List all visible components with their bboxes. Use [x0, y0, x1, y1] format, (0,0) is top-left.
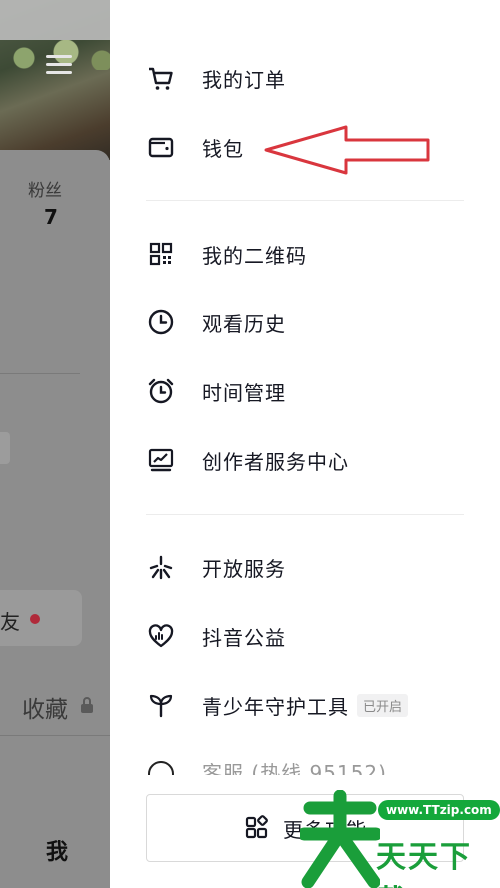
qr-code-icon	[146, 239, 176, 269]
favorites-tab[interactable]: 收藏	[22, 690, 68, 724]
watermark-url: www.TTzip.com	[378, 800, 500, 820]
fans-label: 粉丝	[28, 181, 62, 201]
headset-icon	[148, 761, 174, 775]
hamburger-menu-icon[interactable]	[46, 55, 72, 77]
menu-item-label: 客服 (热线 95152)	[202, 761, 387, 775]
menu-item-orders[interactable]: 我的订单	[146, 58, 286, 98]
menu-item-creator-center[interactable]: 创作者服务中心	[146, 440, 349, 480]
profile-chip	[0, 432, 10, 464]
status-badge: 已开启	[357, 693, 409, 717]
watermark-glyph-icon	[300, 790, 380, 888]
friends-label: 友	[0, 610, 20, 634]
sprout-icon	[146, 690, 176, 720]
section-divider	[146, 514, 464, 515]
menu-item-open-services[interactable]: 开放服务	[146, 547, 286, 587]
menu-item-label: 创作者服务中心	[202, 449, 349, 474]
profile-card	[0, 150, 110, 888]
menu-item-label: 观看历史	[202, 311, 286, 336]
heart-chart-icon	[146, 621, 176, 651]
clock-icon	[146, 307, 176, 337]
menu-item-wallet[interactable]: 钱包	[146, 127, 244, 167]
menu-item-label: 我的订单	[202, 67, 286, 92]
menu-item-label: 抖音公益	[202, 625, 286, 650]
annotation-arrow-icon	[264, 125, 430, 175]
watermark-logo: www.TTzip.com 天天下载	[300, 790, 500, 888]
menu-item-youth-protection[interactable]: 青少年守护工具 已开启	[146, 685, 409, 725]
menu-item-label: 钱包	[202, 136, 244, 161]
apps-icon	[245, 815, 268, 839]
menu-item-qr-code[interactable]: 我的二维码	[146, 234, 307, 274]
asterisk-icon	[146, 552, 176, 582]
cart-icon	[146, 63, 176, 93]
menu-item-label: 我的二维码	[202, 243, 307, 268]
alarm-clock-icon	[146, 376, 176, 406]
menu-item-label: 时间管理	[202, 380, 286, 405]
menu-item-watch-history[interactable]: 观看历史	[146, 302, 286, 342]
section-divider	[146, 200, 464, 201]
menu-item-public-welfare[interactable]: 抖音公益	[146, 616, 286, 656]
fans-count[interactable]: 7	[44, 205, 58, 229]
menu-item-customer-service[interactable]: 客服 (热线 95152)	[146, 755, 446, 775]
me-tab[interactable]: 我	[46, 834, 68, 866]
cover-photo	[0, 0, 120, 160]
divider	[0, 373, 80, 374]
menu-item-label: 青少年守护工具	[202, 694, 349, 719]
notification-dot	[30, 614, 40, 624]
lock-icon	[81, 697, 93, 713]
divider	[0, 735, 110, 736]
chart-monitor-icon	[146, 445, 176, 475]
menu-item-time-management[interactable]: 时间管理	[146, 371, 286, 411]
watermark-text: 天天下载	[376, 840, 472, 888]
menu-item-label: 开放服务	[202, 556, 286, 581]
wallet-icon	[146, 132, 176, 162]
